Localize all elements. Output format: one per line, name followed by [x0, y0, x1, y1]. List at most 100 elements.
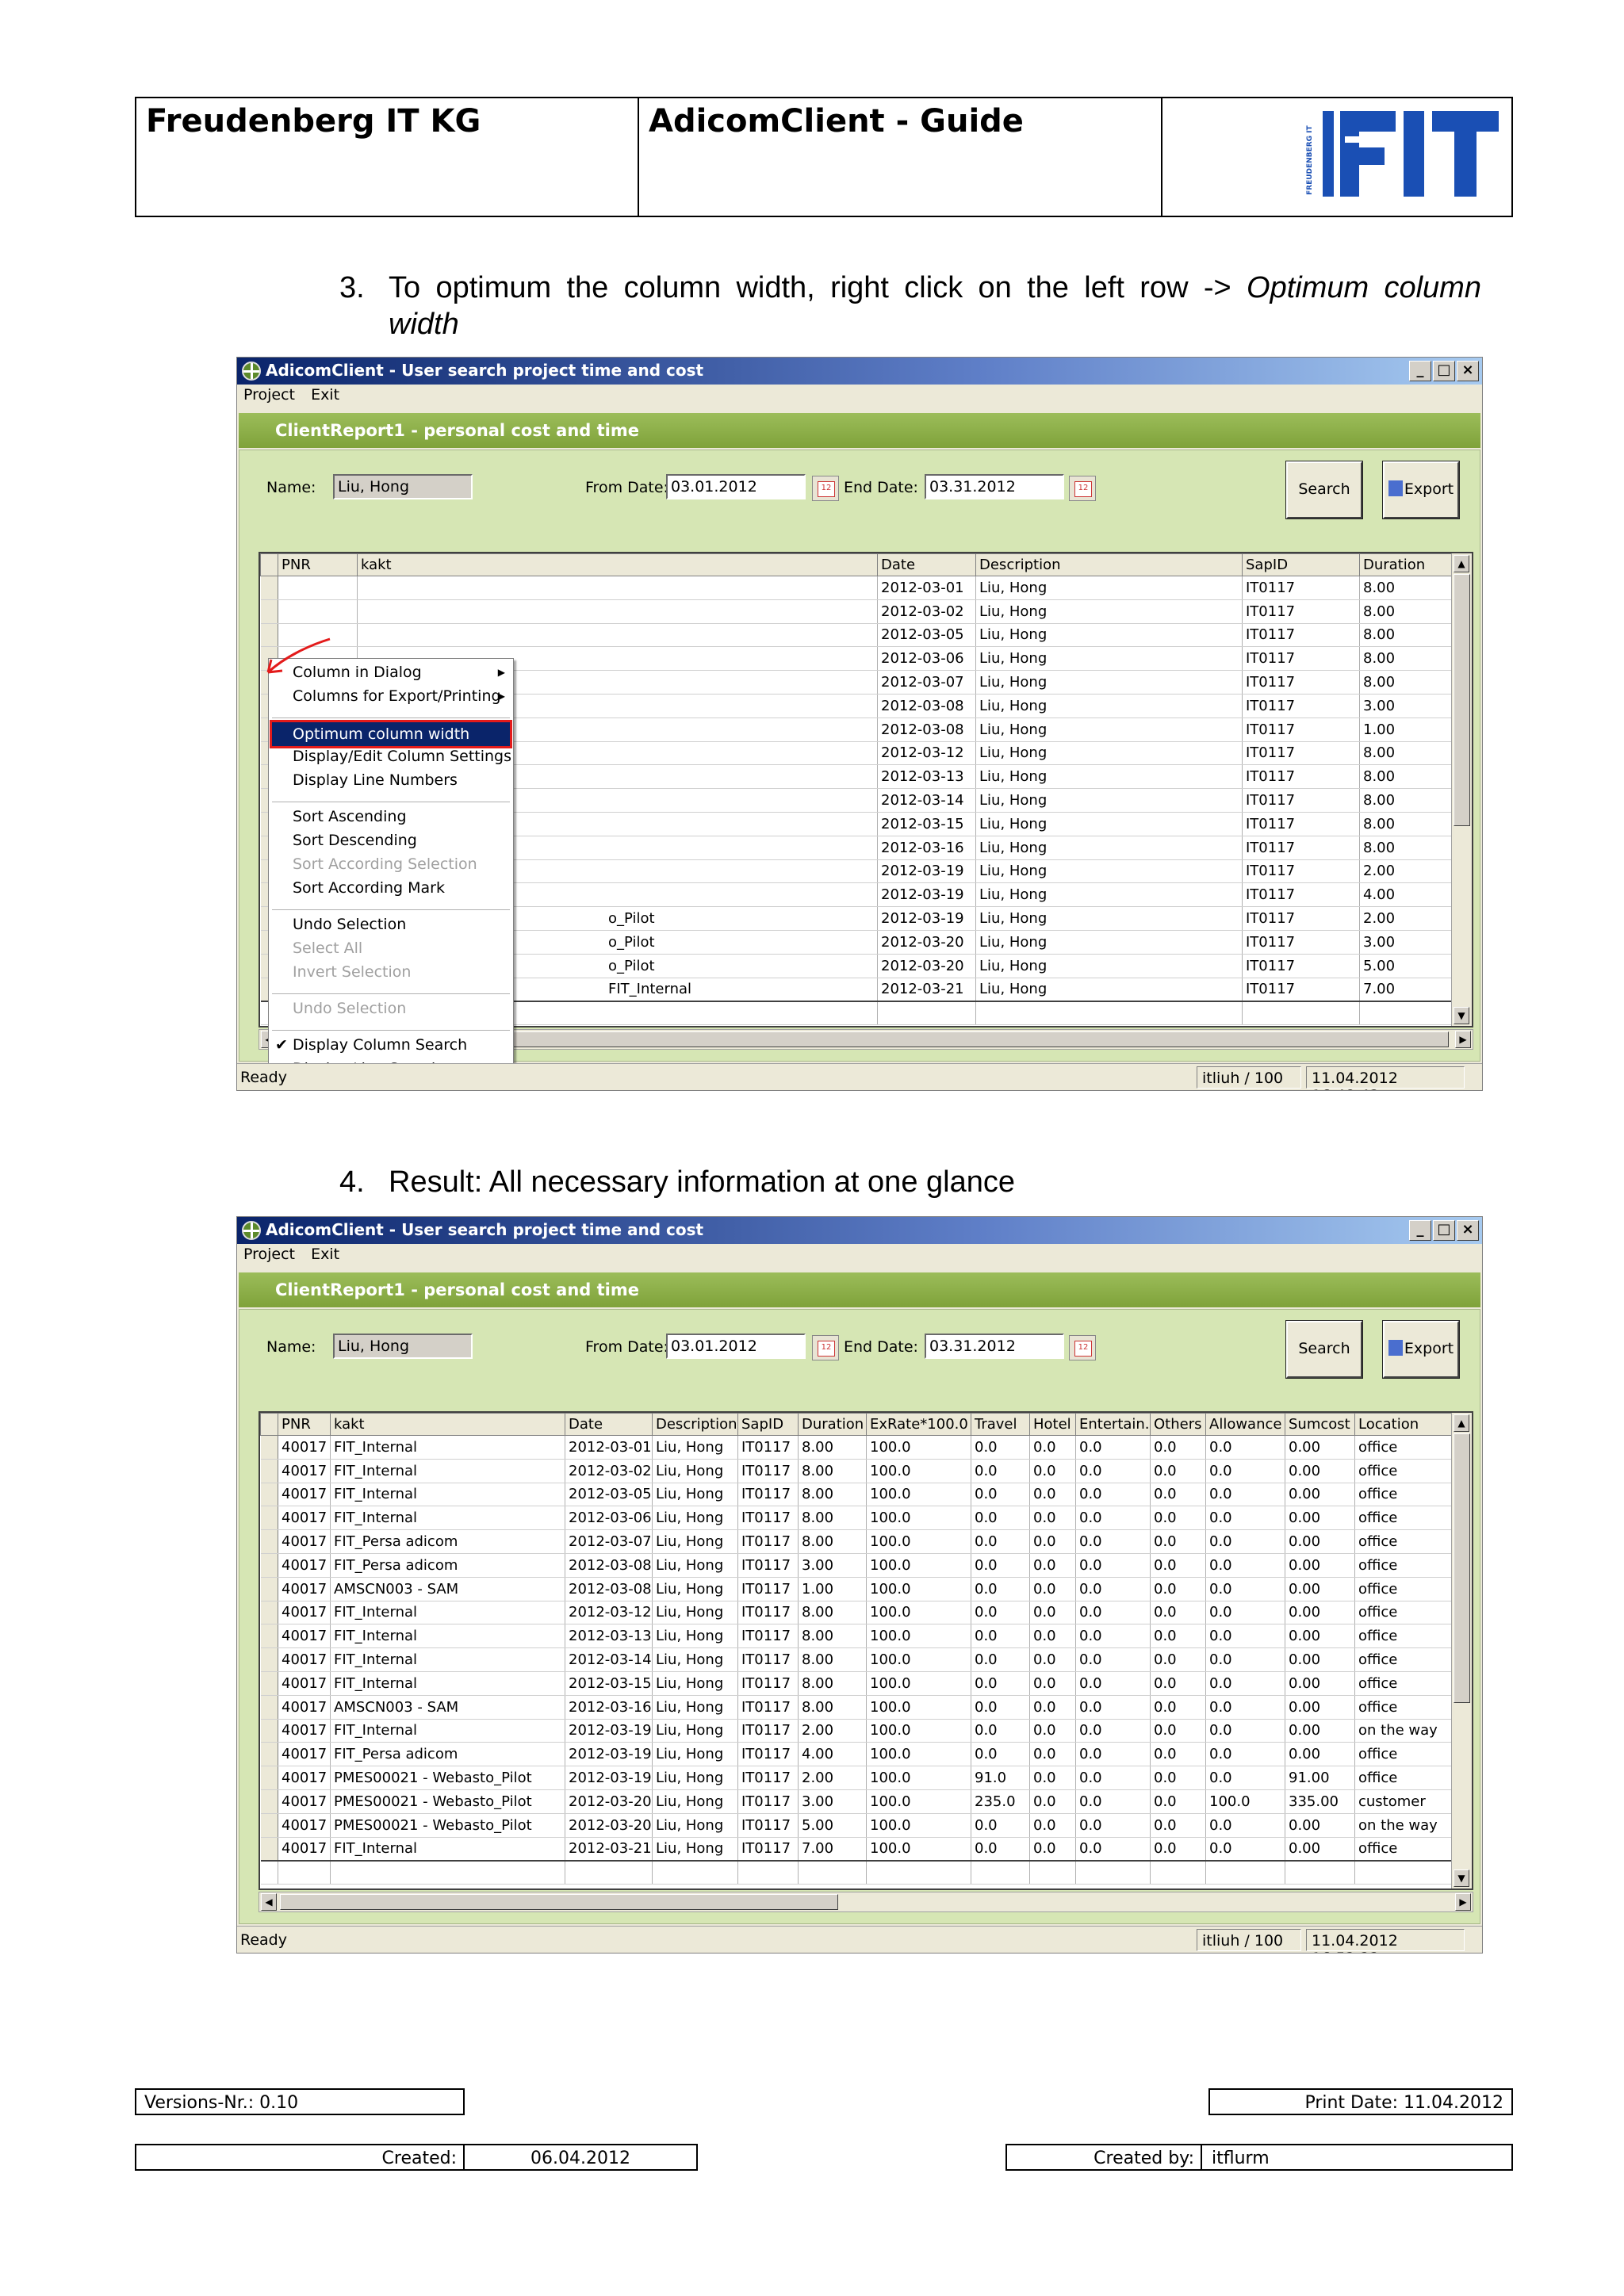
col-header-duration[interactable]: Duration	[1359, 553, 1455, 576]
maximize-icon[interactable]: □	[1433, 1220, 1455, 1241]
vertical-scrollbar[interactable]: ▲ ▼	[1451, 553, 1472, 1026]
export-button[interactable]: Export	[1382, 461, 1460, 519]
close-icon[interactable]: ×	[1457, 361, 1479, 381]
from-calendar-icon[interactable]	[812, 476, 839, 501]
search-cell[interactable]	[1205, 1859, 1285, 1885]
scroll-up-icon[interactable]: ▲	[1454, 1414, 1469, 1432]
table-row[interactable]: 2012-03-01 Liu, Hong IT0117 8.00	[260, 576, 1455, 600]
search-cell[interactable]	[1359, 1000, 1455, 1026]
title-bar[interactable]: AdicomClient - User search project time …	[237, 358, 1482, 385]
end-date-field[interactable]: 03.31.2012	[925, 1334, 1064, 1359]
h-scroll-thumb[interactable]	[280, 1894, 838, 1910]
table-row[interactable]: 40017 FIT_Internal 2012-03-19 Liu, Hong IT01…	[260, 1719, 1455, 1743]
minimize-icon[interactable]: _	[1409, 361, 1431, 381]
end-date-field[interactable]: 03.31.2012	[925, 474, 1064, 499]
end-calendar-icon[interactable]	[1069, 1335, 1096, 1360]
col-header-description[interactable]: Description	[975, 553, 1243, 576]
table-row[interactable]: 40017 PMES00021 - Webasto_Pilot 2012-03-19…	[260, 1766, 1455, 1790]
menu-item-display-edit-column-settings[interactable]: Display/Edit Column Settings	[293, 748, 511, 765]
col-header-location[interactable]: Location	[1354, 1413, 1455, 1436]
table-row[interactable]: 40017 FIT_Internal 2012-03-01 Liu, Hong IT01…	[260, 1435, 1455, 1460]
search-button[interactable]: Search	[1285, 461, 1363, 519]
horizontal-scrollbar[interactable]: ◀ ▶	[259, 1892, 1473, 1912]
col-header-description[interactable]: Description	[652, 1413, 738, 1436]
menu-item-display-column-search[interactable]: Display Column Search	[293, 1036, 467, 1054]
search-button[interactable]: Search	[1285, 1320, 1363, 1379]
menu-item-undo-selection[interactable]: Undo Selection	[293, 916, 406, 933]
table-row[interactable]: 40017 PMES00021 - Webasto_Pilot 2012-03-20…	[260, 1789, 1455, 1814]
maximize-icon[interactable]: □	[1433, 361, 1455, 381]
scroll-left-icon[interactable]: ◀	[261, 1893, 277, 1911]
title-bar[interactable]: AdicomClient - User search project time …	[237, 1217, 1482, 1244]
col-header-sumcost[interactable]: Sumcost	[1285, 1413, 1355, 1436]
col-header-kakt[interactable]: kakt	[330, 1413, 565, 1436]
menu-exit[interactable]: Exit	[311, 1246, 339, 1263]
table-row[interactable]: 40017 FIT_Internal 2012-03-02 Liu, Hong IT01…	[260, 1459, 1455, 1483]
menu-item-sort-according-mark[interactable]: Sort According Mark	[293, 879, 445, 897]
search-cell[interactable]	[971, 1859, 1030, 1885]
from-date-field[interactable]: 03.01.2012	[666, 474, 806, 499]
search-cell[interactable]	[737, 1859, 799, 1885]
scroll-up-icon[interactable]: ▲	[1454, 555, 1469, 572]
col-header-travel[interactable]: Travel	[971, 1413, 1030, 1436]
col-header-allowance[interactable]: Allowance	[1205, 1413, 1285, 1436]
col-header-sapid[interactable]: SapID	[1242, 553, 1360, 576]
scroll-right-icon[interactable]: ▶	[1455, 1031, 1471, 1048]
col-header-kakt[interactable]: kakt	[357, 553, 878, 576]
col-header-date[interactable]: Date	[565, 1413, 653, 1436]
search-cell[interactable]	[278, 1859, 331, 1885]
menu-item-sort-descending[interactable]: Sort Descending	[293, 832, 417, 849]
col-header-hotel[interactable]: Hotel	[1029, 1413, 1076, 1436]
menu-item-optimum-column-width[interactable]: Optimum column width	[270, 720, 512, 748]
scroll-thumb[interactable]	[1454, 574, 1470, 826]
scroll-down-icon[interactable]: ▼	[1454, 1007, 1469, 1024]
search-cell[interactable]	[1354, 1859, 1455, 1885]
minimize-icon[interactable]: _	[1409, 1220, 1431, 1241]
menu-exit[interactable]: Exit	[311, 386, 339, 404]
search-cell[interactable]	[330, 1859, 565, 1885]
export-button[interactable]: Export	[1382, 1320, 1460, 1379]
table-row[interactable]: 40017 FIT_Internal 2012-03-12 Liu, Hong IT01…	[260, 1601, 1455, 1625]
search-cell[interactable]	[565, 1859, 653, 1885]
menu-project[interactable]: Project	[243, 386, 295, 404]
menu-item-sort-ascending[interactable]: Sort Ascending	[293, 808, 407, 825]
table-row[interactable]: 40017 FIT_Internal 2012-03-14 Liu, Hong IT01…	[260, 1647, 1455, 1672]
table-row[interactable]: 40017 FIT_Internal 2012-03-13 Liu, Hong IT01…	[260, 1624, 1455, 1649]
search-cell[interactable]	[975, 1000, 1243, 1026]
search-cell[interactable]	[1150, 1859, 1206, 1885]
table-row[interactable]: 40017 PMES00021 - Webasto_Pilot 2012-03-20…	[260, 1813, 1455, 1838]
table-row[interactable]: 40017 FIT_Persa adicom 2012-03-07 Liu, Hong…	[260, 1529, 1455, 1554]
vertical-scrollbar[interactable]: ▲ ▼	[1451, 1413, 1472, 1888]
search-cell[interactable]	[877, 1000, 976, 1026]
data-grid[interactable]: PNR kakt Date Description SapID Duration ExRat…	[259, 1411, 1473, 1890]
menu-item-columns-for-export-printing[interactable]: Columns for Export/Printing	[293, 687, 501, 705]
scroll-down-icon[interactable]: ▼	[1454, 1869, 1469, 1887]
menu-item-display-line-numbers[interactable]: Display Line Numbers	[293, 771, 458, 789]
col-header-date[interactable]: Date	[877, 553, 976, 576]
table-row[interactable]: 40017 FIT_Internal 2012-03-06 Liu, Hong IT01…	[260, 1506, 1455, 1531]
from-date-field[interactable]: 03.01.2012	[666, 1334, 806, 1359]
table-row[interactable]: 40017 AMSCN003 - SAM 2012-03-16 Liu, Hong IT…	[260, 1695, 1455, 1720]
search-cell[interactable]	[1029, 1859, 1076, 1885]
table-row[interactable]: 40017 FIT_Persa adicom 2012-03-08 Liu, Hong…	[260, 1553, 1455, 1578]
col-header-exrate-100-0[interactable]: ExRate*100.0	[866, 1413, 971, 1436]
end-calendar-icon[interactable]	[1069, 476, 1096, 501]
table-row[interactable]: 2012-03-05 Liu, Hong IT0117 8.00	[260, 623, 1455, 648]
close-icon[interactable]: ×	[1457, 1220, 1479, 1241]
search-cell[interactable]	[866, 1859, 971, 1885]
search-cell[interactable]	[798, 1859, 867, 1885]
search-cell[interactable]	[1075, 1859, 1151, 1885]
search-cell[interactable]	[652, 1859, 738, 1885]
col-header-duration[interactable]: Duration	[798, 1413, 867, 1436]
table-row[interactable]: 40017FIT_Internal2012-03-21Liu, HongIT01…	[260, 1837, 1455, 1862]
menu-project[interactable]: Project	[243, 1246, 295, 1263]
table-row[interactable]: 2012-03-02 Liu, Hong IT0117 8.00	[260, 599, 1455, 624]
from-calendar-icon[interactable]	[812, 1335, 839, 1360]
search-cell[interactable]	[260, 1859, 278, 1885]
table-row[interactable]: 40017 FIT_Internal 2012-03-05 Liu, Hong IT01…	[260, 1483, 1455, 1507]
table-row[interactable]: 40017 FIT_Persa adicom 2012-03-19 Liu, Hong…	[260, 1742, 1455, 1767]
search-cell[interactable]	[1242, 1000, 1360, 1026]
col-header-entertain[interactable]: Entertain.	[1075, 1413, 1151, 1436]
name-field[interactable]: Liu, Hong	[333, 1334, 473, 1359]
name-field[interactable]: Liu, Hong	[333, 474, 473, 499]
